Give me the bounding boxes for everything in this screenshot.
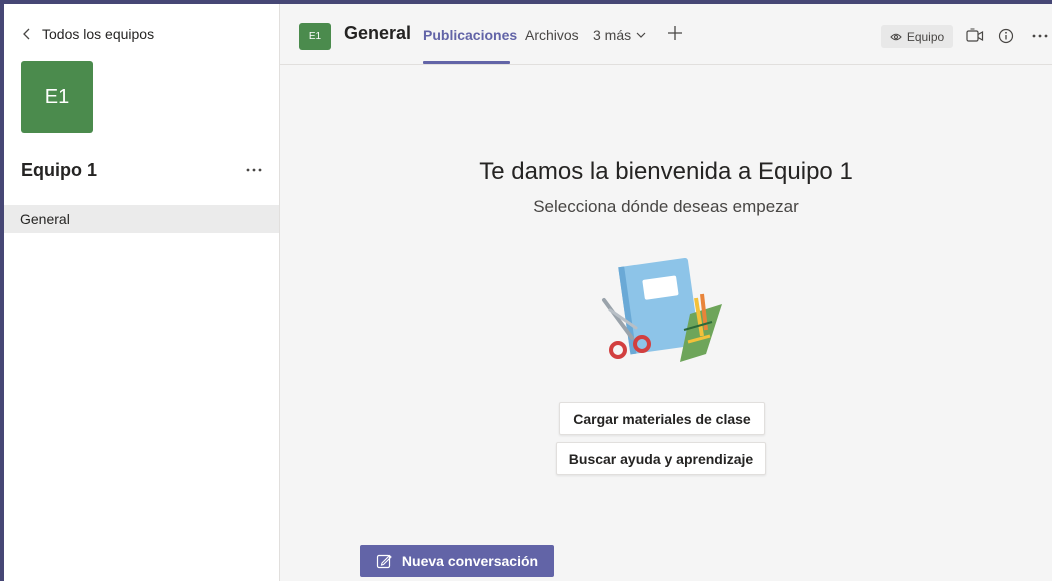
channel-item-general[interactable]: General <box>4 205 279 233</box>
tab-more-label: 3 más <box>593 27 632 43</box>
channel-initials: E1 <box>308 31 322 42</box>
team-initials: E1 <box>44 85 70 108</box>
chevron-left-icon <box>23 28 30 40</box>
more-options-icon[interactable] <box>1032 34 1048 38</box>
channel-avatar: E1 <box>299 23 331 50</box>
chevron-down-icon <box>636 32 646 38</box>
new-conversation-label: Nueva conversación <box>401 553 539 569</box>
back-to-teams-link[interactable]: Todos los equipos <box>22 26 154 42</box>
find-help-learning-button[interactable]: Buscar ayuda y aprendizaje <box>556 442 766 475</box>
channel-label: General <box>20 211 70 227</box>
channel-header: E1 General Publicaciones Archivos 3 más … <box>280 4 1052 65</box>
app-window: Todos los equipos E1 Equipo 1 General E1… <box>4 4 1052 581</box>
tab-archivos[interactable]: Archivos <box>525 27 579 43</box>
team-visibility-button[interactable]: Equipo <box>881 25 953 48</box>
team-name: Equipo 1 <box>21 160 97 180</box>
back-label: Todos los equipos <box>42 26 155 42</box>
tab-more-dropdown[interactable]: 3 más <box>593 27 646 43</box>
team-sidebar: Todos los equipos E1 Equipo 1 General <box>4 4 280 581</box>
team-avatar: E1 <box>21 61 93 133</box>
tab-publicaciones[interactable]: Publicaciones <box>423 27 517 43</box>
video-call-icon[interactable] <box>966 28 984 44</box>
new-conversation-button[interactable]: Nueva conversación <box>360 545 554 577</box>
team-more-options-button[interactable] <box>242 160 266 180</box>
eye-icon <box>890 33 902 40</box>
add-tab-plus-icon[interactable] <box>666 24 684 42</box>
channel-title: General <box>344 23 412 43</box>
info-icon[interactable] <box>998 28 1014 44</box>
ellipsis-icon <box>246 168 262 172</box>
active-tab-indicator <box>423 61 510 64</box>
notebook-scissors-illustration-icon <box>602 258 722 362</box>
welcome-subtitle: Selecciona dónde deseas empezar <box>533 197 799 216</box>
channel-main: E1 General Publicaciones Archivos 3 más … <box>280 4 1052 581</box>
compose-icon <box>376 554 392 569</box>
team-pill-label: Equipo <box>906 29 945 44</box>
welcome-title: Te damos la bienvenida a Equipo 1 <box>479 158 853 185</box>
upload-class-materials-button[interactable]: Cargar materiales de clase <box>559 402 765 435</box>
